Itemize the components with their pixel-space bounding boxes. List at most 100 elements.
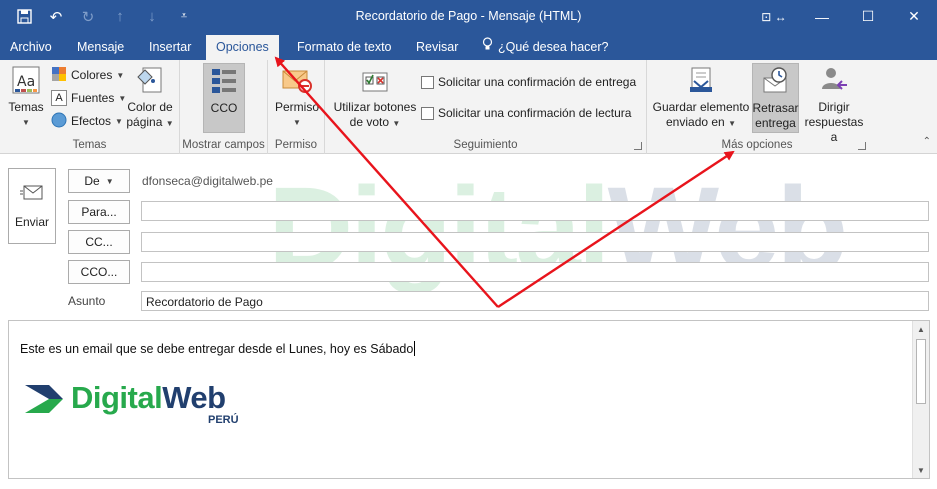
cco-toggle-button[interactable]: CCO: [203, 63, 245, 133]
group-label-seguimiento: Seguimiento: [453, 139, 518, 151]
chevron-down-icon: ▼: [105, 176, 114, 186]
ribbon-tabs: Archivo Mensaje Insertar Opciones Format…: [0, 33, 937, 60]
delay-delivery-icon: [759, 64, 793, 98]
direct-replies-icon: [817, 63, 851, 97]
send-button[interactable]: Enviar: [8, 168, 56, 244]
redo-icon[interactable]: ↻: [74, 3, 102, 31]
title-bar: ↶ ↻ ↑ ↓ ⩡ Recordatorio de Pago - Mensaje…: [0, 0, 937, 33]
fuentes-button[interactable]: A Fuentes ▼: [51, 88, 126, 108]
confirmacion-lectura-checkbox[interactable]: Solicitar una confirmación de lectura: [421, 103, 631, 123]
fonts-icon: A: [51, 90, 67, 106]
confirmacion-entrega-label: Solicitar una confirmación de entrega: [438, 75, 637, 89]
save-icon[interactable]: [10, 3, 38, 31]
color-pagina-label-1: Color de: [127, 100, 173, 114]
group-mostrar-campos: CCO Mostrar campos: [180, 60, 268, 154]
guardar-elemento-label-2: enviado en ▼: [666, 115, 736, 129]
efectos-button[interactable]: Efectos ▼: [51, 111, 123, 131]
digitalweb-logo: DigitalWeb PERÚ: [23, 380, 239, 426]
botones-voto-button[interactable]: Utilizar botones de voto ▼: [329, 63, 421, 131]
dirigir-respuestas-button[interactable]: Dirigir respuestas a: [801, 63, 867, 145]
retrasar-entrega-label-2: entrega: [755, 116, 796, 130]
permiso-button[interactable]: Permiso ▼: [274, 63, 320, 130]
scroll-down-icon[interactable]: ▼: [913, 462, 929, 478]
logo-country: PERÚ: [208, 414, 239, 426]
send-envelope-icon: [20, 184, 44, 205]
bcc-icon: [207, 64, 241, 98]
tab-mensaje[interactable]: Mensaje: [67, 35, 134, 60]
from-button[interactable]: De ▼: [68, 169, 130, 193]
scroll-up-icon[interactable]: ▲: [913, 321, 929, 337]
group-seguimiento: Utilizar botones de voto ▼ Solicitar una…: [325, 60, 647, 154]
svg-text:Aa: Aa: [17, 74, 35, 90]
customize-toolbar-icon[interactable]: ⩡: [170, 3, 198, 31]
undo-icon[interactable]: ↶: [42, 3, 70, 31]
minimize-icon[interactable]: —: [799, 0, 845, 33]
voting-buttons-icon: [358, 63, 392, 97]
color-pagina-button[interactable]: Color de página ▼: [124, 63, 176, 131]
permission-envelope-icon: [280, 63, 314, 97]
from-label: De: [84, 174, 100, 188]
scroll-thumb[interactable]: [916, 339, 926, 404]
themes-icon: Aa: [9, 63, 43, 97]
checkbox-icon: [421, 106, 434, 120]
message-body[interactable]: Este es un email que se debe entregar de…: [8, 320, 930, 479]
chevron-down-icon: ▼: [115, 116, 123, 126]
tab-archivo[interactable]: Archivo: [0, 35, 62, 60]
subject-field[interactable]: Recordatorio de Pago: [141, 291, 929, 311]
temas-label: Temas: [8, 100, 44, 114]
tab-formato-de-texto[interactable]: Formato de texto: [287, 35, 402, 60]
arrow-down-icon[interactable]: ↓: [138, 3, 166, 31]
vertical-scrollbar[interactable]: ▲ ▼: [912, 321, 929, 478]
dialog-launcher-icon[interactable]: [858, 142, 866, 150]
lightbulb-icon: [482, 35, 493, 60]
group-permiso: Permiso ▼ Permiso: [268, 60, 325, 154]
group-label-mostrar-campos: Mostrar campos: [182, 139, 265, 151]
checkbox-icon: [421, 75, 434, 89]
dirigir-respuestas-label-1: Dirigir: [818, 100, 850, 114]
ribbon-display-options-icon[interactable]: ⊡ ↔: [749, 0, 799, 33]
dialog-launcher-icon[interactable]: [634, 142, 642, 150]
tab-opciones[interactable]: Opciones: [206, 35, 279, 60]
group-label-mas-opciones: Más opciones: [721, 139, 793, 151]
group-mas-opciones: Guardar elemento enviado en ▼ Retrasar e…: [647, 60, 870, 154]
arrow-up-icon[interactable]: ↑: [106, 3, 134, 31]
botones-voto-label-2: de voto ▼: [349, 115, 401, 129]
save-sent-item-icon: [684, 63, 718, 97]
close-icon[interactable]: ✕: [891, 0, 937, 33]
cc-field[interactable]: [141, 232, 929, 252]
group-label-permiso: Permiso: [274, 139, 318, 151]
logo-text: DigitalWeb: [71, 380, 226, 415]
permiso-label: Permiso: [274, 100, 319, 114]
ribbon: Aa Temas ▼ Colores ▼ A Fuentes ▼ Efectos…: [0, 60, 937, 154]
tell-me-label: ¿Qué desea hacer?: [498, 40, 609, 54]
cco-label: CCO: [210, 101, 238, 115]
effects-icon: [51, 112, 67, 131]
page-color-icon: [133, 63, 167, 97]
tab-insertar[interactable]: Insertar: [139, 35, 201, 60]
bcc-button[interactable]: CCO...: [68, 260, 130, 284]
guardar-elemento-button[interactable]: Guardar elemento enviado en ▼: [651, 63, 751, 131]
chevron-down-icon: ▼: [22, 118, 30, 127]
to-field[interactable]: [141, 201, 929, 221]
retrasar-entrega-button[interactable]: Retrasar entrega: [752, 63, 799, 133]
maximize-icon[interactable]: ☐: [845, 0, 891, 33]
chevron-down-icon: ▼: [293, 118, 301, 127]
body-text: Este es un email que se debe entregar de…: [20, 341, 416, 356]
logo-mark-icon: [25, 385, 63, 413]
temas-button[interactable]: Aa Temas ▼: [5, 63, 47, 130]
to-button[interactable]: Para...: [68, 200, 130, 224]
confirmacion-lectura-label: Solicitar una confirmación de lectura: [438, 106, 632, 120]
bcc-field[interactable]: [141, 262, 929, 282]
botones-voto-label-1: Utilizar botones: [333, 100, 417, 114]
send-label: Enviar: [14, 214, 49, 229]
tell-me-search[interactable]: ¿Qué desea hacer?: [472, 35, 619, 60]
arrow-to-retrasar-entrega: [497, 150, 735, 309]
window-controls: ⊡ ↔ — ☐ ✕: [749, 0, 937, 33]
colores-button[interactable]: Colores ▼: [51, 65, 124, 85]
collapse-ribbon-icon[interactable]: ⌃: [923, 136, 931, 147]
cc-button[interactable]: CC...: [68, 230, 130, 254]
confirmacion-entrega-checkbox[interactable]: Solicitar una confirmación de entrega: [421, 72, 636, 92]
tab-revisar[interactable]: Revisar: [406, 35, 468, 60]
colores-label: Colores: [71, 68, 113, 82]
group-temas: Aa Temas ▼ Colores ▼ A Fuentes ▼ Efectos…: [0, 60, 180, 154]
